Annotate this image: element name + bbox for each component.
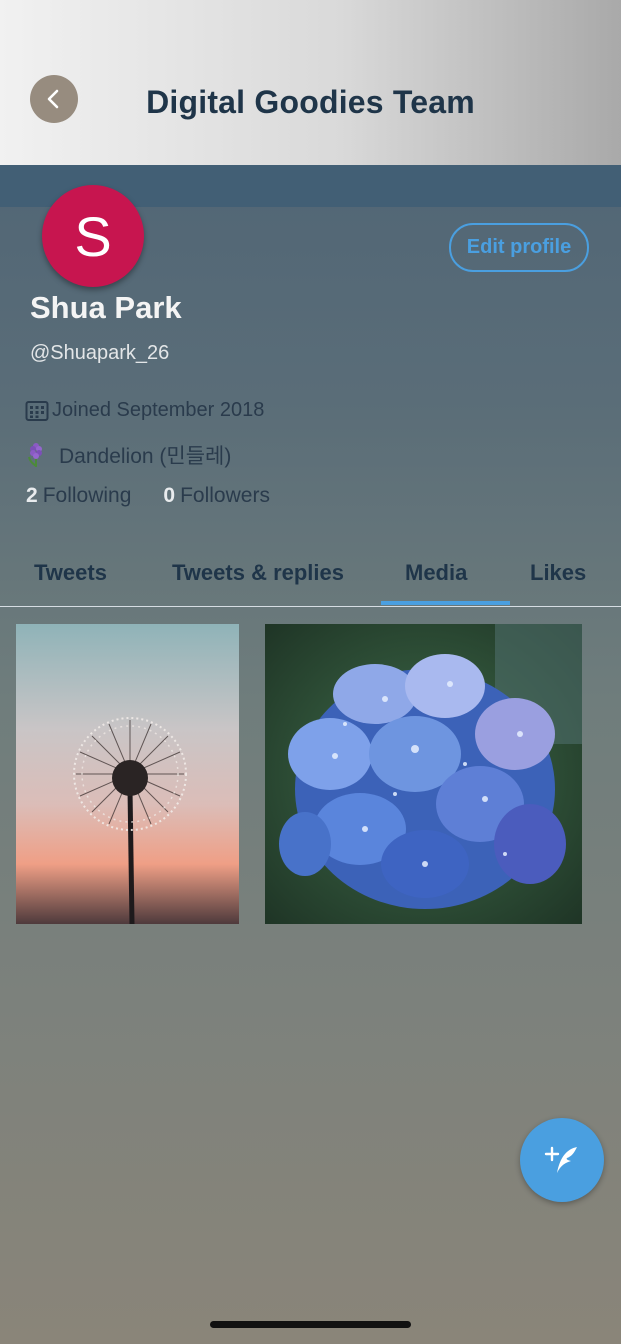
- follow-stats: 2 Following 0 Followers: [26, 484, 270, 508]
- followers-label: Followers: [180, 484, 270, 507]
- profile-bio: Dandelion (민들레): [25, 440, 231, 470]
- joined-text: Joined September 2018: [52, 399, 265, 421]
- bio-text: Dandelion (민들레): [59, 445, 232, 468]
- compose-tweet-button[interactable]: [520, 1118, 604, 1202]
- following-link[interactable]: 2 Following: [26, 484, 131, 508]
- active-tab-indicator: [381, 601, 510, 605]
- home-indicator: [210, 1321, 411, 1328]
- app-header: Digital Goodies Team: [0, 0, 621, 165]
- tab-tweets[interactable]: Tweets: [34, 560, 107, 586]
- profile-name: Shua Park: [30, 290, 182, 325]
- followers-link[interactable]: 0 Followers: [163, 484, 270, 508]
- calendar-icon: [25, 400, 49, 421]
- media-item-hydrangea[interactable]: [265, 624, 582, 924]
- media-item-dandelion[interactable]: [16, 624, 239, 924]
- avatar[interactable]: S: [42, 185, 144, 287]
- following-count: 2: [26, 484, 38, 507]
- compose-tweet-icon: [544, 1146, 577, 1173]
- tab-likes[interactable]: Likes: [530, 560, 586, 586]
- edit-profile-button[interactable]: Edit profile: [449, 223, 589, 272]
- following-label: Following: [42, 484, 132, 507]
- tab-tweets-replies[interactable]: Tweets & replies: [172, 560, 344, 586]
- hyacinth-flower-icon: [28, 443, 42, 467]
- profile-tabs: Tweets Tweets & replies Media Likes: [0, 540, 621, 607]
- avatar-letter: S: [74, 204, 112, 268]
- tab-media[interactable]: Media: [405, 560, 467, 586]
- followers-count: 0: [163, 484, 176, 507]
- page-title: Digital Goodies Team: [146, 84, 475, 120]
- joined-date: Joined September 2018: [25, 399, 264, 422]
- profile-handle: @Shuapark_26: [30, 342, 170, 364]
